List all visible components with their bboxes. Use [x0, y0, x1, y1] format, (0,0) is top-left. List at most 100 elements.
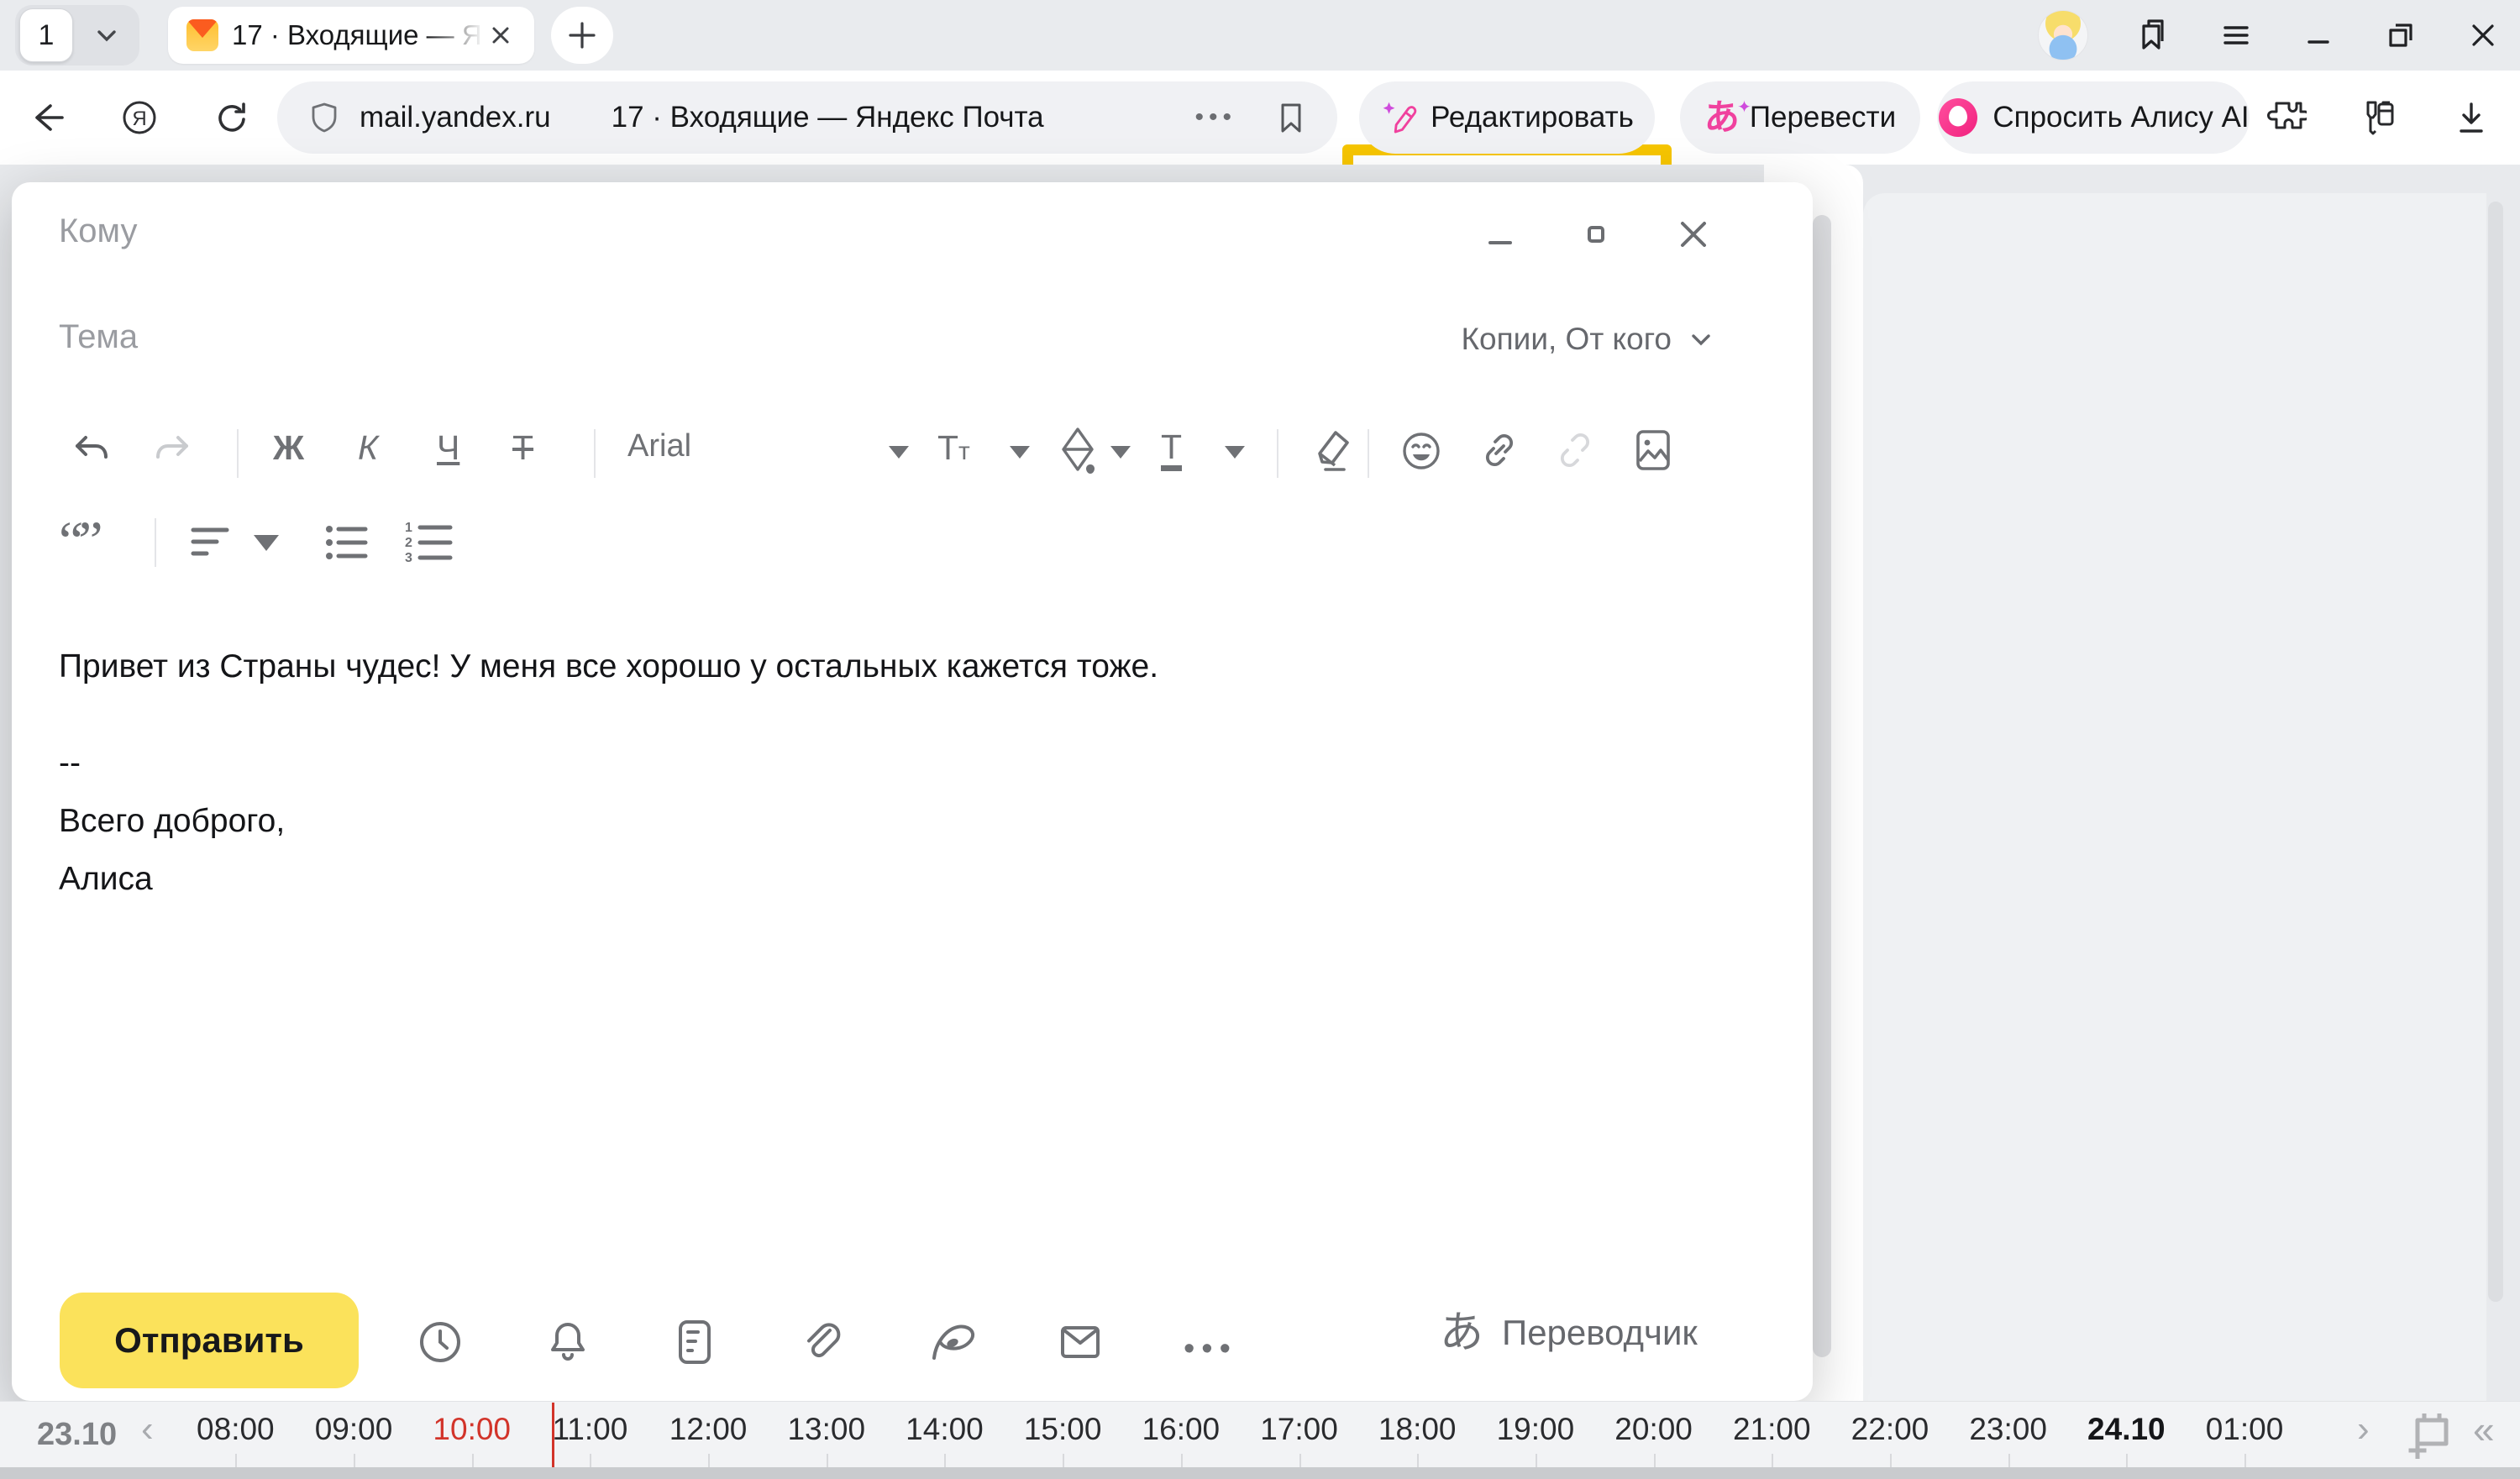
bullet-list-icon[interactable] [324, 522, 370, 564]
message-body[interactable]: Привет из Страны чудес! У меня все хорош… [59, 637, 1655, 908]
bookmarks-panel-icon[interactable] [2134, 16, 2172, 55]
svg-text:1: 1 [405, 521, 412, 535]
translator-label: Переводчик [1502, 1313, 1698, 1353]
user-avatar[interactable] [2038, 10, 2088, 60]
body-paragraph: Привет из Страны чудес! У меня все хорош… [59, 637, 1655, 695]
reminder-bell-icon[interactable] [543, 1318, 592, 1366]
window-close-icon[interactable] [2465, 17, 2502, 54]
attach-file-icon[interactable] [798, 1318, 847, 1366]
timeline-time[interactable]: 16:00 [1122, 1412, 1241, 1447]
font-size-select[interactable]: Тт [937, 428, 970, 468]
toolbar-divider [594, 429, 596, 478]
timeline-prev-icon[interactable]: ‹ [141, 1408, 154, 1450]
insert-link-icon[interactable] [1477, 427, 1522, 473]
clear-format-icon[interactable] [1307, 426, 1357, 476]
translator-toggle[interactable]: あ Переводчик [1440, 1313, 1698, 1353]
window-minimize-icon[interactable] [2300, 17, 2337, 54]
compose-close-icon[interactable] [1675, 216, 1712, 253]
timeline-time[interactable]: 10:00 [412, 1412, 531, 1447]
url-more-icon[interactable]: ••• [1194, 103, 1236, 132]
translate-button[interactable]: あ✦ Перевести [1680, 81, 1920, 154]
blockquote-icon[interactable]: “” [59, 510, 98, 574]
timeline-time[interactable]: 13:00 [767, 1412, 885, 1447]
timeline-now-marker [552, 1403, 554, 1467]
format-toolbar: Ж К Ч Т Arial Тт Т [12, 424, 1813, 483]
shield-icon[interactable] [307, 101, 341, 134]
timeline-time[interactable]: 17:00 [1240, 1412, 1358, 1447]
url-text[interactable]: mail.yandex.ru [360, 101, 551, 134]
subject-field[interactable]: Тема [59, 318, 138, 356]
edit-button[interactable]: Редактировать [1359, 81, 1655, 154]
toolbar-divider [155, 518, 156, 567]
numbered-list-icon[interactable]: 123 [403, 520, 454, 564]
browser-tab[interactable]: 17 · Входящие — Яндек [168, 7, 534, 64]
extensions-icon[interactable] [2266, 97, 2307, 138]
back-icon[interactable] [25, 96, 69, 139]
page-scrollbar[interactable] [2488, 202, 2503, 1302]
timeline-collapse-icon[interactable]: « [2473, 1407, 2495, 1452]
timeline-time[interactable]: 01:00 [2186, 1412, 2304, 1447]
cc-from-toggle[interactable]: Копии, От кого [1461, 322, 1715, 357]
to-field[interactable]: Кому [59, 212, 138, 250]
url-field[interactable]: mail.yandex.ru 17 · Входящие — Яндекс По… [277, 81, 1337, 154]
highlight-color-caret-icon[interactable] [1110, 446, 1131, 459]
timeline-time[interactable]: 24.10 [2067, 1412, 2186, 1447]
font-family-caret-icon[interactable] [889, 446, 909, 459]
align-caret-icon[interactable] [254, 535, 279, 551]
compose-minimize-icon[interactable] [1483, 218, 1517, 251]
tab-counter-group[interactable]: 1 [15, 5, 139, 66]
underline-button[interactable]: Ч [437, 428, 459, 468]
more-actions-icon[interactable]: ••• [1184, 1331, 1237, 1367]
timeline-time[interactable]: 22:00 [1831, 1412, 1950, 1447]
ask-alice-button[interactable]: Спросить Алису AI [1937, 81, 2250, 154]
timeline-time[interactable]: 20:00 [1594, 1412, 1713, 1447]
strikethrough-button[interactable]: Т [512, 428, 533, 468]
redo-icon[interactable] [150, 429, 193, 473]
timeline-time[interactable]: 12:00 [649, 1412, 768, 1447]
new-tab-button[interactable] [551, 7, 613, 64]
insert-image-icon[interactable] [1630, 426, 1677, 475]
reload-icon[interactable] [210, 96, 254, 139]
schedule-send-icon[interactable] [416, 1318, 465, 1366]
timeline-time[interactable]: 11:00 [531, 1412, 649, 1447]
message-envelope-icon[interactable] [1056, 1318, 1105, 1366]
remove-link-icon[interactable] [1552, 427, 1598, 473]
tab-list-chevron-icon[interactable] [73, 21, 139, 50]
send-button[interactable]: Отправить [60, 1293, 359, 1388]
italic-button[interactable]: К [358, 428, 378, 468]
signature-pen-icon[interactable] [927, 1318, 979, 1366]
yandex-services-icon[interactable]: Я [118, 96, 161, 139]
emoji-icon[interactable] [1398, 427, 1445, 475]
timeline-time[interactable]: 09:00 [295, 1412, 413, 1447]
passwords-cards-icon[interactable] [2359, 97, 2399, 138]
timeline-time[interactable]: 23:00 [1949, 1412, 2067, 1447]
text-color-caret-icon[interactable] [1225, 446, 1245, 459]
bold-button[interactable]: Ж [273, 428, 304, 468]
timeline-add-event-icon[interactable] [2407, 1408, 2456, 1459]
undo-icon[interactable] [71, 429, 114, 473]
timeline-time[interactable]: 08:00 [176, 1412, 295, 1447]
timeline-time[interactable]: 18:00 [1358, 1412, 1477, 1447]
downloads-icon[interactable] [2451, 97, 2491, 138]
bookmark-icon[interactable] [1273, 100, 1309, 135]
timeline-time[interactable]: 21:00 [1713, 1412, 1831, 1447]
timeline-next-icon[interactable]: › [2357, 1408, 2370, 1450]
font-size-caret-icon[interactable] [1010, 446, 1030, 459]
font-family-select[interactable]: Arial [627, 428, 691, 464]
tab-close-icon[interactable] [487, 22, 514, 49]
timeline-time[interactable]: 14:00 [885, 1412, 1004, 1447]
timeline-time[interactable]: 15:00 [1004, 1412, 1122, 1447]
compose-expand-icon[interactable] [1579, 218, 1613, 251]
timeline-date: 23.10 [37, 1417, 117, 1453]
window-restore-icon[interactable] [2382, 17, 2419, 54]
signature-block: --Всего доброго,Алиса [59, 734, 1655, 908]
tab-counter[interactable]: 1 [19, 8, 73, 62]
browser-menu-icon[interactable] [2218, 17, 2255, 54]
text-color-button[interactable]: Т [1161, 428, 1182, 471]
template-icon[interactable] [674, 1318, 716, 1366]
tabbar-right-controls [2038, 0, 2502, 71]
timeline-time[interactable]: 19:00 [1477, 1412, 1595, 1447]
mail-scrollbar[interactable] [1813, 215, 1831, 1357]
align-icon[interactable] [190, 523, 234, 562]
highlight-color-icon[interactable] [1053, 424, 1102, 476]
